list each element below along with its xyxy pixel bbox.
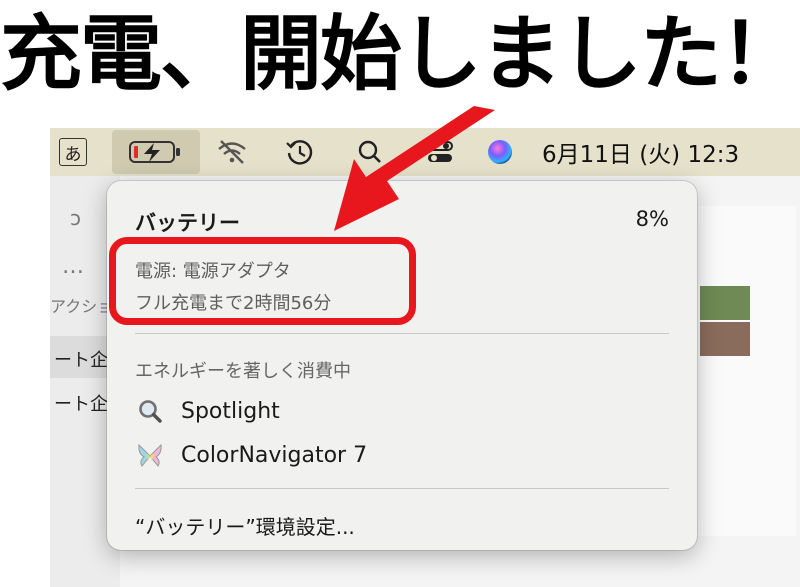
- battery-preferences-item[interactable]: “バッテリー”環境設定...: [135, 511, 355, 540]
- headline: 充電、開始しました！: [0, 7, 800, 102]
- time-machine-icon: [286, 140, 313, 165]
- ime-indicator: あ: [59, 138, 87, 166]
- siri-icon: [488, 140, 512, 164]
- menu-divider: [135, 333, 669, 334]
- app-item-colornavigator[interactable]: ColorNavigator 7: [135, 438, 367, 472]
- control-center-button[interactable]: [420, 128, 460, 176]
- menubar-clock[interactable]: 6月11日 (火) 12:3: [542, 128, 800, 176]
- siri-button[interactable]: [480, 128, 520, 176]
- wifi-off-icon: [218, 140, 246, 164]
- menu-bar: あ 6月11日 (火) 12:3: [50, 128, 800, 176]
- search-icon: [358, 140, 381, 163]
- screenshot: ɔ … アクション ート企 ート企 あ 6月11日 (火) 12:3 バッテリー…: [50, 128, 800, 587]
- colornavigator-icon: [135, 440, 165, 470]
- battery-charging-icon: [129, 141, 180, 163]
- input-method-button[interactable]: あ: [56, 128, 90, 176]
- thumbnail-image: [700, 286, 750, 320]
- wifi-button[interactable]: [212, 128, 252, 176]
- thumbnail-image: [700, 322, 750, 356]
- list-item[interactable]: ート企: [54, 346, 108, 372]
- energy-heading: エネルギーを著しく消費中: [135, 361, 351, 382]
- app-name: ColorNavigator 7: [181, 442, 368, 468]
- magnifier-icon: [135, 396, 165, 426]
- app-name: Spotlight: [181, 398, 280, 424]
- highlight-frame: [109, 237, 416, 325]
- control-center-icon: [427, 141, 453, 162]
- battery-menu-button[interactable]: [112, 130, 200, 174]
- background-text-top: ɔ: [70, 206, 81, 230]
- battery-percent: 8%: [635, 207, 669, 231]
- battery-menu-title: バッテリー: [135, 211, 240, 235]
- list-item[interactable]: ート企: [54, 390, 108, 416]
- spotlight-button[interactable]: [350, 128, 390, 176]
- background-panel: [695, 206, 796, 536]
- more-icon[interactable]: …: [62, 254, 84, 279]
- app-item-spotlight[interactable]: Spotlight: [135, 394, 280, 428]
- menu-divider: [135, 488, 669, 489]
- time-machine-button[interactable]: [280, 128, 320, 176]
